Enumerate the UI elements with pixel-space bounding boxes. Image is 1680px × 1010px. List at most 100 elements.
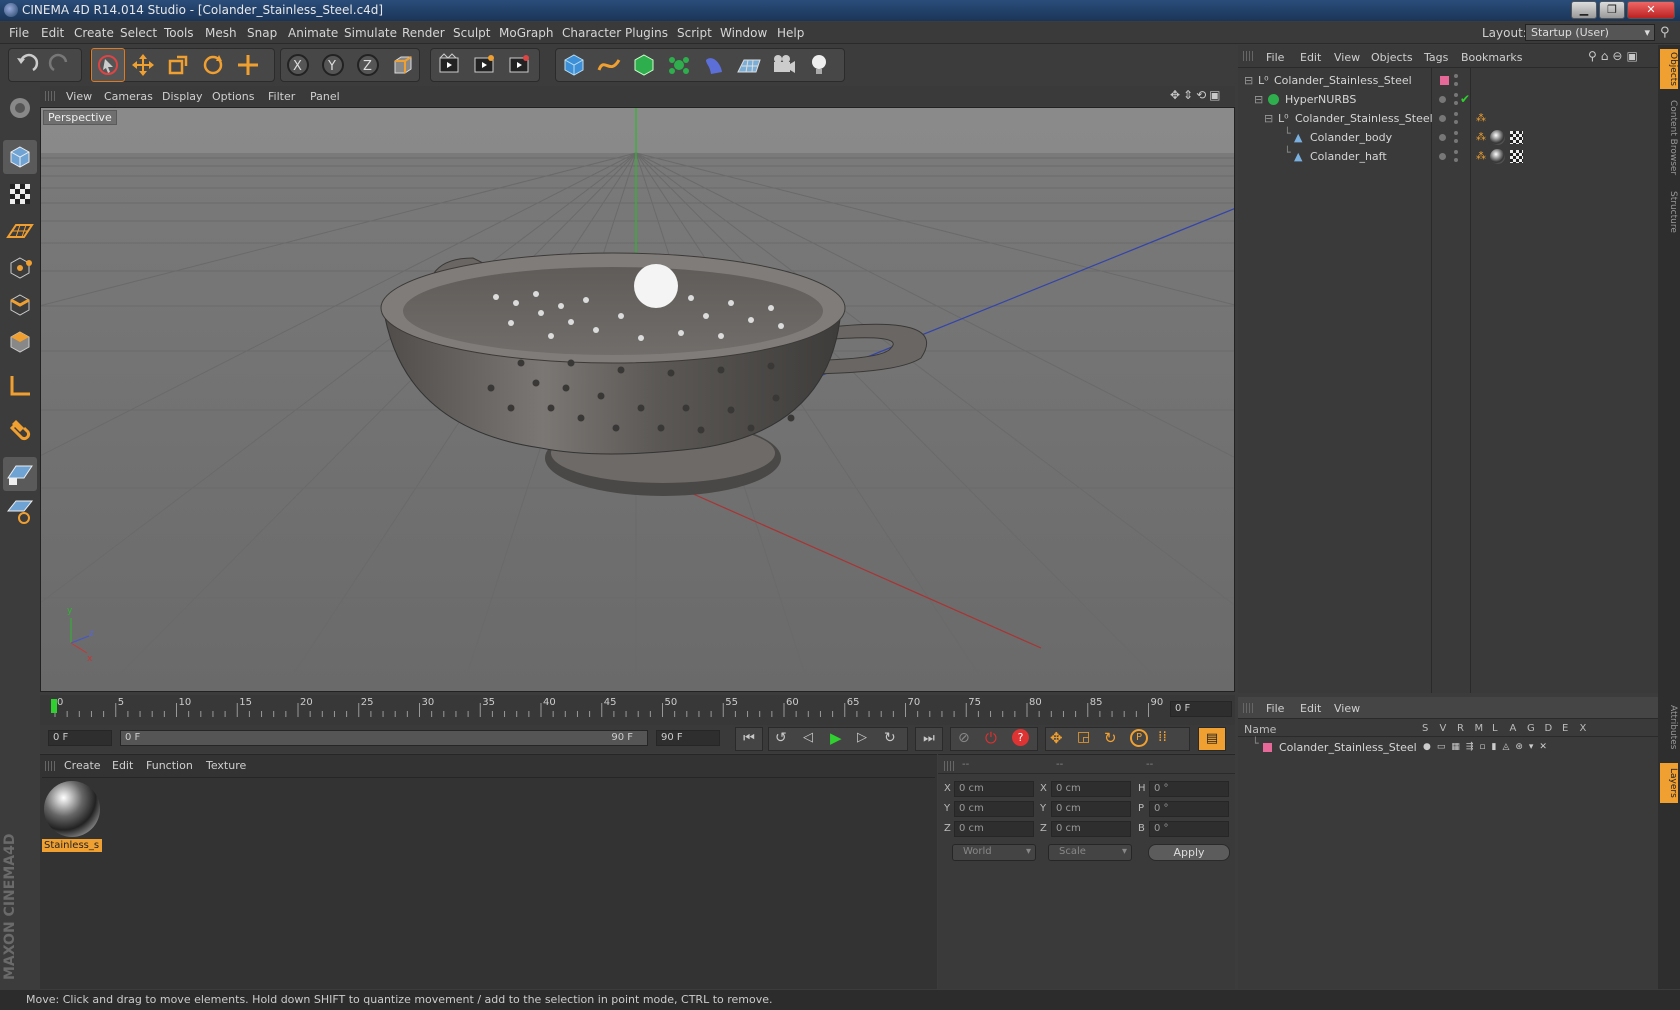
layer-column-a[interactable]: A — [1510, 723, 1517, 734]
redo-icon[interactable] — [44, 48, 78, 82]
layer-column-e[interactable]: E — [1562, 723, 1568, 734]
goto-end-icon[interactable]: ⏭ — [915, 727, 943, 751]
tree-row-root[interactable]: ⊟ L⁰ Colander_Stainless_Steel — [1238, 71, 1658, 90]
layer-column-m[interactable]: M — [1475, 723, 1484, 734]
position-x-field[interactable]: 0 cm — [954, 781, 1034, 797]
viewport-menu-view[interactable]: View — [66, 90, 92, 103]
menu-create[interactable]: Create — [74, 26, 114, 40]
object-menu-view[interactable]: View — [1334, 51, 1360, 64]
coordinate-system-icon[interactable] — [386, 48, 420, 82]
workplane-rotate-icon[interactable] — [3, 494, 37, 528]
close-button[interactable]: ✕ — [1627, 1, 1675, 19]
visibility-dot-icon[interactable] — [1454, 150, 1458, 154]
viewport[interactable]: y z x Perspective — [40, 107, 1235, 692]
viewport-menu-panel[interactable]: Panel — [310, 90, 340, 103]
camera-icon[interactable] — [767, 48, 801, 82]
previous-key-icon[interactable]: ↺ — [775, 730, 787, 746]
menu-sculpt[interactable]: Sculpt — [453, 26, 490, 40]
object-manager-tools-icons[interactable]: ⚲⌂⊖▣ — [1588, 49, 1642, 63]
axis-mode-icon[interactable] — [3, 369, 37, 403]
key-parameter-icon[interactable]: P — [1130, 729, 1148, 747]
rotation-b-field[interactable]: 0 ° — [1149, 821, 1229, 837]
render-settings-icon[interactable] — [502, 48, 536, 82]
viewport-menu-cameras[interactable]: Cameras — [104, 90, 153, 103]
minimize-button[interactable]: ▁ — [1571, 1, 1597, 19]
next-key-icon[interactable]: ↻ — [884, 730, 896, 746]
object-menu-file[interactable]: File — [1266, 51, 1284, 64]
tree-row-haft[interactable]: └ ▲ Colander_haft ⁂ — [1238, 146, 1658, 166]
material-menu-edit[interactable]: Edit — [112, 759, 133, 772]
material-menu-function[interactable]: Function — [146, 759, 193, 772]
nurbs-icon[interactable] — [627, 48, 661, 82]
size-x-field[interactable]: 0 cm — [1051, 781, 1131, 797]
position-y-field[interactable]: 0 cm — [954, 801, 1034, 817]
undo-icon[interactable] — [9, 48, 43, 82]
layer-column-r[interactable]: R — [1457, 723, 1464, 734]
tree-row-body[interactable]: └ ▲ Colander_body ⁂ — [1238, 127, 1658, 147]
rotation-h-field[interactable]: 0 ° — [1149, 781, 1229, 797]
phong-tag-icon[interactable]: ⁂ — [1476, 109, 1486, 128]
layer-column-v[interactable]: V — [1440, 723, 1447, 734]
enabled-check-icon[interactable]: ✔ — [1460, 90, 1470, 109]
points-mode-icon[interactable] — [3, 251, 37, 285]
x-axis-icon[interactable]: X — [281, 48, 315, 82]
uvw-tag-icon[interactable] — [1510, 150, 1523, 163]
tab-content-browser[interactable]: Content Browser — [1660, 97, 1678, 179]
edges-mode-icon[interactable] — [3, 288, 37, 322]
collapse-icon[interactable]: ⊟ — [1254, 90, 1263, 109]
render-view-icon[interactable] — [432, 48, 466, 82]
layer-row[interactable]: └ Colander_Stainless_Steel ●▭▦⇶▫▮◬⊛▾✕ — [1238, 737, 1658, 757]
layer-menu-file[interactable]: File — [1266, 702, 1284, 715]
position-z-field[interactable]: 0 cm — [954, 821, 1034, 837]
tab-structure[interactable]: Structure — [1660, 187, 1678, 237]
render-dot-icon[interactable] — [1454, 120, 1458, 124]
key-point-level-icon[interactable]: ⁞⁞ — [1158, 729, 1167, 745]
viewport-navigation-icons[interactable]: ✥⇕⟲▣ — [1170, 88, 1224, 102]
layer-menu-view[interactable]: View — [1334, 702, 1360, 715]
transform-icon[interactable] — [231, 48, 265, 82]
menu-help[interactable]: Help — [777, 26, 804, 40]
record-keys-icon[interactable]: ⊘ — [958, 730, 970, 746]
texture-mode-icon[interactable] — [3, 177, 37, 211]
keyframe-selection-icon[interactable]: ? — [1012, 729, 1029, 746]
menu-select[interactable]: Select — [120, 26, 157, 40]
frame-range-slider[interactable]: 0 F 90 F — [120, 730, 648, 746]
model-mode-icon[interactable] — [3, 140, 37, 174]
layer-column-l[interactable]: L — [1492, 723, 1498, 734]
viewport-menu-display[interactable]: Display — [162, 90, 203, 103]
visibility-dot-icon[interactable] — [1454, 74, 1458, 78]
editor-visibility-icon[interactable] — [1439, 96, 1446, 103]
material-tag-icon[interactable] — [1490, 149, 1505, 164]
menu-file[interactable]: File — [9, 26, 29, 40]
collapse-icon[interactable]: ⊟ — [1264, 109, 1273, 128]
menu-window[interactable]: Window — [720, 26, 767, 40]
object-menu-edit[interactable]: Edit — [1300, 51, 1321, 64]
menu-plugins[interactable]: Plugins — [625, 26, 668, 40]
key-scale-icon[interactable]: ◲ — [1077, 729, 1090, 745]
material-menu-create[interactable]: Create — [64, 759, 101, 772]
layer-column-d[interactable]: D — [1545, 723, 1553, 734]
tree-row-hypernurbs[interactable]: ⊟ HyperNURBS ✔ — [1238, 90, 1658, 109]
phong-tag-icon[interactable]: ⁂ — [1476, 147, 1486, 166]
editor-visibility-icon[interactable] — [1439, 115, 1446, 122]
object-menu-tags[interactable]: Tags — [1424, 51, 1448, 64]
auto-keying-icon[interactable]: ⏻ — [985, 729, 997, 747]
size-y-field[interactable]: 0 cm — [1051, 801, 1131, 817]
material-tag-icon[interactable] — [1490, 130, 1505, 145]
layer-color-icon[interactable] — [1263, 743, 1272, 752]
layer-toggle-icons[interactable]: ●▭▦⇶▫▮◬⊛▾✕ — [1423, 738, 1553, 757]
current-frame-field[interactable]: 0 F — [1170, 701, 1232, 717]
layer-color-icon[interactable] — [1440, 76, 1449, 85]
goto-start-icon[interactable]: ⏮ — [735, 727, 763, 751]
polygons-mode-icon[interactable] — [3, 325, 37, 359]
visibility-dot-icon[interactable] — [1454, 112, 1458, 116]
object-menu-bookmarks[interactable]: Bookmarks — [1461, 51, 1522, 64]
rotate-icon[interactable] — [196, 48, 230, 82]
viewport-menu-options[interactable]: Options — [212, 90, 254, 103]
tab-layers[interactable]: Layers — [1660, 763, 1678, 803]
menu-render[interactable]: Render — [402, 26, 445, 40]
light-icon[interactable] — [802, 48, 836, 82]
live-selection-icon[interactable] — [91, 48, 125, 82]
editor-visibility-icon[interactable] — [1439, 134, 1446, 141]
menu-mesh[interactable]: Mesh — [205, 26, 237, 40]
